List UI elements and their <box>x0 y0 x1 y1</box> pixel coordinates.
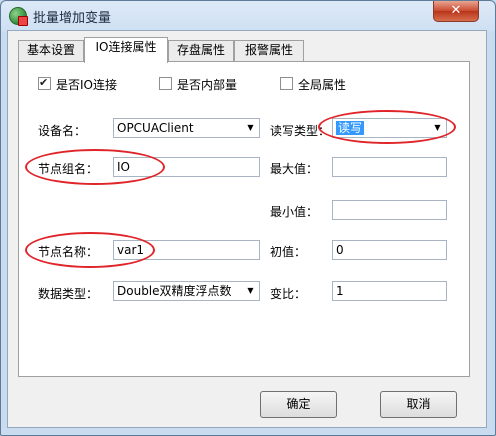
window-title: 批量增加变量 <box>33 11 112 26</box>
data-type-select[interactable]: Double双精度浮点数 ▼ <box>113 281 260 301</box>
annotation-ellipse-node-group <box>25 149 165 185</box>
app-icon <box>9 7 28 26</box>
max-value-label: 最大值： <box>270 162 319 176</box>
init-value-label: 初值： <box>270 245 307 259</box>
io-connect-label: 是否IO连接 <box>56 78 117 92</box>
ok-button[interactable]: 确定 <box>260 391 337 418</box>
io-connect-checkbox[interactable] <box>38 76 51 90</box>
global-label: 全局属性 <box>298 78 347 92</box>
annotation-ellipse-node-name <box>25 232 155 268</box>
device-name-select[interactable]: OPCUAClient ▼ <box>113 118 260 138</box>
data-type-label: 数据类型： <box>38 287 99 301</box>
min-value-label: 最小值： <box>270 205 319 219</box>
device-name-label: 设备名： <box>38 124 87 138</box>
global-checkbox[interactable] <box>280 77 293 90</box>
internal-label: 是否内部量 <box>177 78 238 92</box>
ratio-label: 变比： <box>270 287 307 301</box>
data-type-value: Double双精度浮点数 <box>117 284 232 298</box>
init-value-input[interactable]: 0 <box>332 240 447 260</box>
max-value-input[interactable] <box>332 157 447 177</box>
tab-storage[interactable]: 存盘属性 <box>168 40 234 61</box>
device-name-value: OPCUAClient <box>117 121 194 135</box>
internal-checkbox[interactable] <box>159 77 172 90</box>
min-value-input[interactable] <box>332 200 447 220</box>
chevron-down-icon: ▼ <box>243 283 258 299</box>
cancel-button[interactable]: 取消 <box>380 391 457 418</box>
ratio-input[interactable]: 1 <box>332 281 447 301</box>
close-button[interactable]: ✕ <box>433 1 479 22</box>
title-bar[interactable]: 批量增加变量 ✕ <box>1 1 495 31</box>
annotation-ellipse-rw-type <box>318 110 456 144</box>
tab-alarm[interactable]: 报警属性 <box>234 40 304 61</box>
tab-io-connection[interactable]: IO连接属性 <box>84 37 168 63</box>
tab-basic-settings[interactable]: 基本设置 <box>18 40 84 61</box>
chevron-down-icon: ▼ <box>243 120 258 136</box>
